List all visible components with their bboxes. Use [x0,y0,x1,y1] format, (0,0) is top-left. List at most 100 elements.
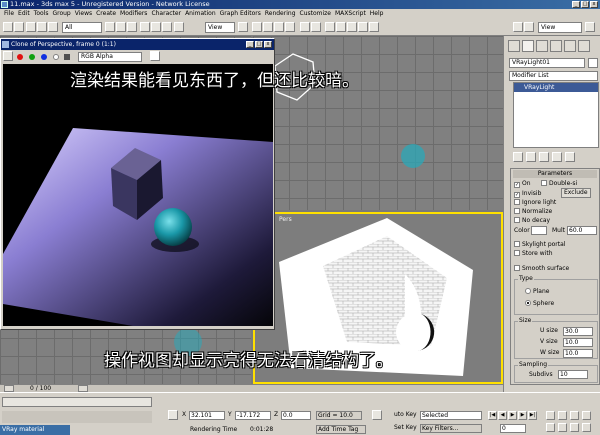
next-frame-icon[interactable]: ▶ [518,411,527,420]
show-end-result-icon[interactable] [526,152,536,162]
render-type-icon[interactable] [513,22,523,32]
x-coord-field[interactable]: 32.101 [189,411,225,420]
invisible-row[interactable]: ✓ Invisib [514,190,541,198]
w-size-spinner[interactable]: 10.0 [563,349,593,358]
current-frame-field[interactable]: 0 [500,424,526,433]
snap-icon[interactable] [252,22,262,32]
play-icon[interactable]: ▶ [508,411,517,420]
render-minimize-button[interactable]: _ [246,41,254,48]
mult-spinner[interactable]: 60.0 [567,226,597,235]
time-slider-prev-icon[interactable] [4,385,14,392]
render-close-button[interactable]: x [264,41,272,48]
auto-key-button[interactable]: uto Key [394,411,417,419]
modifier-list-select[interactable]: Modifier List [509,71,598,81]
material-editor-icon[interactable] [347,22,357,32]
maximize-button[interactable]: □ [581,1,589,8]
menu-help[interactable]: Help [370,9,384,19]
display-tab-icon[interactable] [564,40,576,52]
ignore-light-row[interactable]: Ignore light [514,199,556,207]
menu-maxscript[interactable]: MAXScript [335,9,366,19]
pan-icon[interactable] [558,423,567,432]
remove-modifier-icon[interactable] [552,152,562,162]
menu-rendering[interactable]: Rendering [265,9,296,19]
type-plane-radio[interactable] [525,288,531,294]
smooth-checkbox[interactable] [514,265,520,271]
on-checkbox[interactable]: ✓ [514,182,520,188]
fov-icon[interactable] [546,423,555,432]
zoom-all-icon[interactable] [558,411,567,420]
no-decay-row[interactable]: No decay [514,217,550,225]
teapot-render-icon[interactable] [585,22,595,32]
set-key-button[interactable]: Set Key [394,424,417,432]
stack-item-vraylight[interactable]: VRayLight [514,83,598,92]
menu-customize[interactable]: Customize [300,9,332,19]
prev-frame-icon[interactable]: ◀ [498,411,507,420]
menu-tools[interactable]: Tools [34,9,49,19]
normalize-row[interactable]: Normalize [514,208,552,216]
utilities-tab-icon[interactable] [578,40,590,52]
menu-file[interactable]: File [4,9,14,19]
minimize-button[interactable]: _ [572,1,580,8]
render-maximize-button[interactable]: □ [255,41,263,48]
make-unique-icon[interactable] [539,152,549,162]
render-view-select[interactable]: View [538,22,582,33]
set-key-icon[interactable] [372,410,382,420]
no-decay-checkbox[interactable] [514,217,520,223]
track-bar[interactable] [2,397,152,407]
monochrome-icon[interactable] [64,54,70,60]
reference-coordinate-select[interactable]: View [205,22,235,33]
exclude-button[interactable]: Exclude [561,188,591,198]
menu-create[interactable]: Create [96,9,116,19]
green-channel-icon[interactable] [29,54,35,60]
menu-character[interactable]: Character [151,9,181,19]
create-tab-icon[interactable] [508,40,520,52]
object-color-swatch[interactable] [588,58,598,68]
select-manipulate-icon[interactable] [174,22,184,32]
light-color-swatch[interactable] [531,226,547,235]
double-sided-row[interactable]: Double-si [541,180,577,188]
mirror-icon[interactable] [300,22,310,32]
link-icon[interactable] [26,22,36,32]
close-button[interactable]: x [590,1,598,8]
menu-graph-editors[interactable]: Graph Editors [220,9,261,19]
time-slider[interactable]: 0 / 100 [0,384,503,392]
red-channel-icon[interactable] [17,54,23,60]
viewport-front[interactable] [253,36,503,210]
blue-channel-icon[interactable] [41,54,47,60]
clear-icon[interactable] [150,51,160,61]
invisible-checkbox[interactable]: ✓ [514,192,520,198]
store-row[interactable]: Store with [514,250,553,258]
modify-tab-icon[interactable] [522,40,534,52]
channel-select[interactable]: RGB Alpha [78,52,142,62]
lock-selection-icon[interactable] [168,410,178,420]
zoom-extents-all-icon[interactable] [582,411,591,420]
z-coord-field[interactable]: 0.0 [281,411,311,420]
menu-edit[interactable]: Edit [18,9,30,19]
track-view-icon[interactable] [325,22,335,32]
menu-group[interactable]: Group [52,9,70,19]
object-name-field[interactable]: VRayLight01 [509,58,585,68]
angle-snap-icon[interactable] [263,22,273,32]
save-bitmap-icon[interactable] [3,51,13,61]
spinner-snap-icon[interactable] [285,22,295,32]
rollout-header[interactable]: Parameters [513,170,597,178]
type-sphere-radio[interactable] [525,300,531,306]
ignore-light-checkbox[interactable] [514,199,520,205]
taskbar-button[interactable]: VRay material [0,425,70,435]
menu-modifiers[interactable]: Modifiers [120,9,147,19]
select-icon[interactable] [105,22,115,32]
configure-sets-icon[interactable] [565,152,575,162]
bind-icon[interactable] [48,22,58,32]
y-coord-field[interactable]: -17.172 [235,411,271,420]
menu-animation[interactable]: Animation [185,9,216,19]
schematic-view-icon[interactable] [336,22,346,32]
subdivs-spinner[interactable]: 10 [558,370,588,379]
region-select-icon[interactable] [127,22,137,32]
v-size-spinner[interactable]: 10.0 [563,338,593,347]
store-checkbox[interactable] [514,250,520,256]
skylight-row[interactable]: Skylight portal [514,241,565,249]
scale-icon[interactable] [162,22,172,32]
goto-start-icon[interactable]: |◀ [488,411,497,420]
add-time-tag-button[interactable]: Add Time Tag [316,425,366,434]
zoom-extents-icon[interactable] [570,411,579,420]
